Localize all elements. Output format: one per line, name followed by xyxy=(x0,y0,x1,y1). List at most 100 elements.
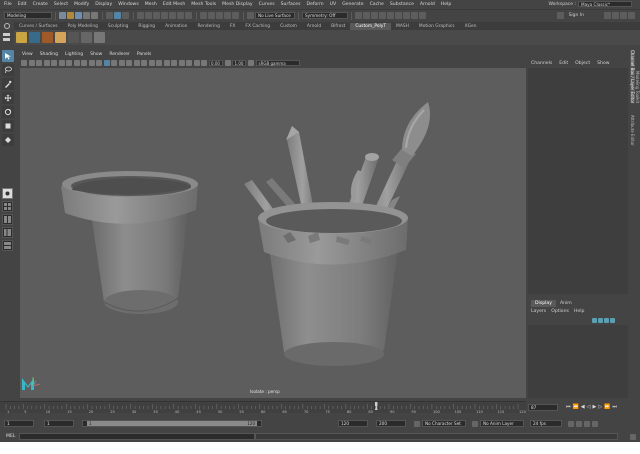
xray-joints-icon[interactable] xyxy=(156,59,162,66)
color-space-dropdown[interactable]: sRGB gamma xyxy=(255,59,300,66)
shelf-tool-icon[interactable] xyxy=(16,32,27,43)
menu-display[interactable]: Display xyxy=(95,2,112,7)
animation-end-field[interactable]: 200 xyxy=(376,420,406,427)
two-view-layout-icon[interactable] xyxy=(2,214,13,225)
layout-icon[interactable] xyxy=(604,12,611,19)
layer-menu-options[interactable]: Options xyxy=(551,309,569,314)
smooth-shade-icon[interactable] xyxy=(111,59,117,66)
filter-icon[interactable] xyxy=(161,12,168,19)
single-perspective-layout-icon[interactable] xyxy=(2,188,13,199)
save-scene-icon[interactable] xyxy=(75,12,82,19)
paint-select-tool-icon[interactable] xyxy=(2,78,14,90)
color-management-icon[interactable] xyxy=(248,59,254,66)
shelf-tool-icon[interactable] xyxy=(29,32,40,43)
menu-help[interactable]: Help xyxy=(441,2,451,7)
shelf-tool-icon[interactable] xyxy=(42,32,53,43)
menu-surfaces[interactable]: Surfaces xyxy=(281,2,301,7)
filter-icon[interactable] xyxy=(137,12,144,19)
snap-surface-icon[interactable] xyxy=(232,12,239,19)
current-frame-field[interactable]: 87 xyxy=(528,403,558,411)
shelf-tab-fx[interactable]: FX xyxy=(225,23,241,30)
snap-view-icon[interactable] xyxy=(224,12,231,19)
live-surface-field[interactable]: No Live Surface xyxy=(255,12,295,19)
anim-layer-dropdown[interactable]: No Anim Layer xyxy=(480,420,524,427)
flower-pot-right-model[interactable] xyxy=(258,202,408,366)
render-setup-icon[interactable] xyxy=(395,12,402,19)
wireframe-icon[interactable] xyxy=(103,59,110,66)
channel-box-body[interactable] xyxy=(528,68,628,294)
script-editor-icon[interactable] xyxy=(630,433,636,440)
sign-in-button[interactable]: Sign In xyxy=(569,13,584,18)
antialias-icon[interactable] xyxy=(178,59,185,66)
gamma-field[interactable]: 1.00 xyxy=(232,59,246,66)
mode-dropdown[interactable]: Modeling xyxy=(4,12,52,19)
shelf-tool-icon[interactable] xyxy=(81,32,92,43)
range-slider-bar[interactable]: 1 120 xyxy=(87,421,257,426)
four-view-layout-icon[interactable] xyxy=(2,201,13,212)
shelf-gear-icon[interactable] xyxy=(2,22,12,30)
layer-down-icon[interactable] xyxy=(598,318,603,323)
new-layer-icon[interactable] xyxy=(604,318,609,323)
light-editor-icon[interactable] xyxy=(403,12,410,19)
channel-box-menu-show[interactable]: Show xyxy=(597,61,609,66)
hypershade-icon[interactable] xyxy=(387,12,394,19)
outliner-layout-icon[interactable] xyxy=(2,227,13,238)
symmetry-dropdown[interactable]: Symmetry: Off xyxy=(302,12,348,19)
menu-deform[interactable]: Deform xyxy=(307,2,324,7)
menu-mesh-display[interactable]: Mesh Display xyxy=(222,2,253,7)
fps-dropdown[interactable]: 24 fps xyxy=(530,420,562,427)
shelf-tab-rigging[interactable]: Rigging xyxy=(133,23,160,30)
sound-icon[interactable] xyxy=(576,420,582,427)
side-tab-attribute-editor[interactable]: Attribute Editor xyxy=(630,115,635,146)
range-slider[interactable]: 1 120 xyxy=(82,420,262,427)
mel-label[interactable]: MEL xyxy=(6,434,15,439)
grid-icon[interactable] xyxy=(51,59,57,66)
layout-icon[interactable] xyxy=(620,12,627,19)
shelf-tab-xgen[interactable]: XGen xyxy=(460,23,482,30)
channel-box-menu-channels[interactable]: Channels xyxy=(531,61,552,66)
shadows-icon[interactable] xyxy=(141,59,147,66)
shelf-tool-icon[interactable] xyxy=(68,32,79,43)
step-forward-icon[interactable]: ▷ xyxy=(598,404,602,410)
go-to-start-icon[interactable]: ⏮ xyxy=(566,404,571,410)
menu-mesh-tools[interactable]: Mesh Tools xyxy=(191,2,216,7)
shelf-tool-icon[interactable] xyxy=(55,32,66,43)
filter-icon[interactable] xyxy=(153,12,160,19)
select-object-icon[interactable] xyxy=(114,12,121,19)
shelf-tab-sculpting[interactable]: Sculpting xyxy=(103,23,134,30)
menu-edit[interactable]: Edit xyxy=(18,2,27,7)
redo-icon[interactable] xyxy=(91,12,98,19)
snap-grid-icon[interactable] xyxy=(200,12,207,19)
preferences-icon[interactable] xyxy=(592,420,598,427)
resolution-gate-icon[interactable] xyxy=(66,59,72,66)
filter-icon[interactable] xyxy=(169,12,176,19)
menu-substance[interactable]: Substance xyxy=(390,2,414,7)
wireframe-on-shaded-icon[interactable] xyxy=(118,59,125,66)
menu-mesh[interactable]: Mesh xyxy=(145,2,157,7)
layer-menu-help[interactable]: Help xyxy=(574,309,584,314)
history-icon[interactable] xyxy=(355,12,362,19)
play-backwards-icon[interactable]: ◁ xyxy=(587,404,591,410)
step-forward-key-icon[interactable]: ⏩ xyxy=(604,404,610,410)
safe-action-icon[interactable] xyxy=(88,59,95,66)
layout-icon[interactable] xyxy=(612,12,619,19)
select-hierarchy-icon[interactable] xyxy=(106,12,113,19)
textured-icon[interactable] xyxy=(126,59,132,66)
shelf-tab-animation[interactable]: Animation xyxy=(160,23,192,30)
play-forwards-icon[interactable]: ▶ xyxy=(592,404,596,410)
safe-title-icon[interactable] xyxy=(96,59,102,66)
layer-tab-anim[interactable]: Anim xyxy=(556,300,576,307)
shelf-tab-custom[interactable]: Custom xyxy=(275,23,302,30)
layer-tab-display[interactable]: Display xyxy=(531,300,556,307)
menu-generate[interactable]: Generate xyxy=(342,2,363,7)
go-to-end-icon[interactable]: ⏭ xyxy=(612,404,617,410)
shelf-tab-rendering[interactable]: Rendering xyxy=(192,23,224,30)
arnold-render-icon[interactable] xyxy=(419,12,426,19)
arnold-render-icon[interactable] xyxy=(411,12,418,19)
open-scene-icon[interactable] xyxy=(67,12,74,19)
loop-icon[interactable] xyxy=(568,420,574,427)
menu-select[interactable]: Select xyxy=(54,2,68,7)
step-back-icon[interactable]: ◀ xyxy=(581,404,585,410)
workspace-dropdown[interactable]: Maya Classic* xyxy=(578,1,632,7)
image-plane-icon[interactable] xyxy=(43,59,50,66)
